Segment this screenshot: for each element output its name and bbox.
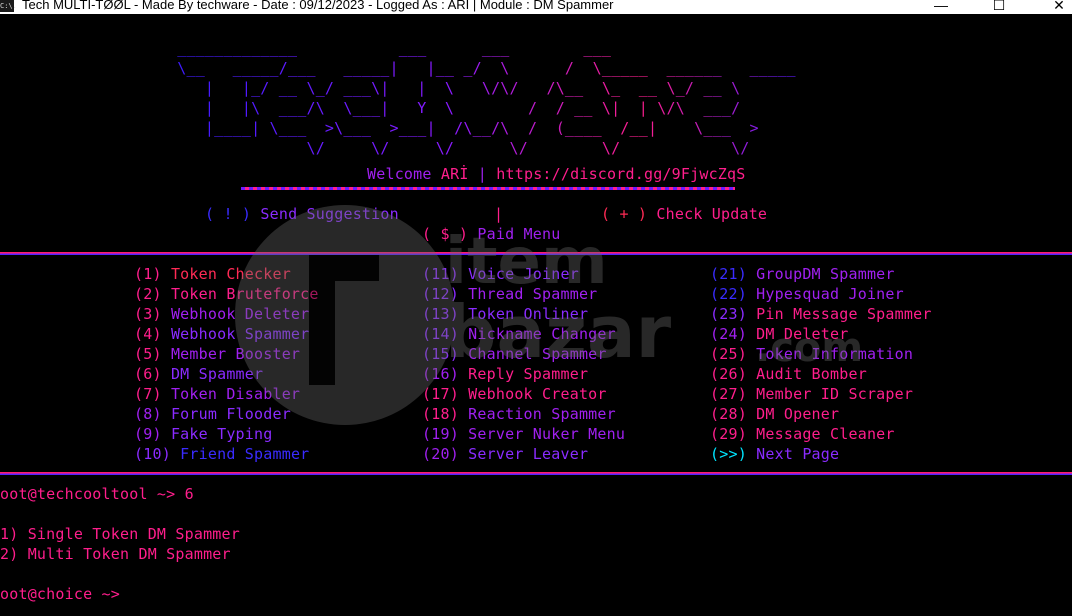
menu-item-token-information[interactable]: (25) Token Information [710,344,913,364]
menu-item-dm-deleter[interactable]: (24) DM Deleter [710,324,848,344]
discord-link[interactable]: https://discord.gg/9FjwcZqS [496,165,745,183]
close-button[interactable]: ✕ [1036,0,1072,14]
menu-item-dm-opener[interactable]: (28) DM Opener [710,404,839,424]
suggestion-marker: ( ! ) [205,205,252,223]
title-bar: C:\. Tech MULTI-TØØL - Made By techware … [0,0,1072,14]
menu-item-reply-spammer[interactable]: (16) Reply Spammer [422,364,588,384]
menu-item-pin-message-spammer[interactable]: (23) Pin Message Spammer [710,304,932,324]
menu-item-friend-spammer[interactable]: (10) Friend Spammer [134,444,309,464]
menu-item-webhook-creator[interactable]: (17) Webhook Creator [422,384,607,404]
console-app-icon: C:\. [0,0,17,12]
menu-item-voice-joiner[interactable]: (11) Voice Joiner [422,264,579,284]
console-option-single-token: 1) Single Token DM Spammer [0,525,240,543]
menu-item-server-nuker-menu[interactable]: (19) Server Nuker Menu [422,424,625,444]
paid-menu-label: Paid Menu [477,225,561,243]
separator-bottom [0,472,1072,475]
send-suggestion-option[interactable]: ( ! ) Send Suggestion [205,204,399,224]
check-update-label: Check Update [656,205,768,223]
welcome-user: ARİ [440,165,469,183]
menu-item-dm-spammer[interactable]: (6) DM Spammer [134,364,263,384]
menu-item-member-booster[interactable]: (5) Member Booster [134,344,300,364]
menu-item-thread-spammer[interactable]: (12) Thread Spammer [422,284,597,304]
welcome-line: Welcome ARİ | https://discord.gg/9FjwcZq… [367,164,746,184]
menu-item-message-cleaner[interactable]: (29) Message Cleaner [710,424,895,444]
welcome-separator: | [477,165,488,183]
welcome-label: Welcome [367,165,432,183]
console-prompt-choice[interactable]: oot@choice ~> [0,584,120,604]
paid-marker: ( $ ) [422,225,469,243]
menu-item-token-bruteforce[interactable]: (2) Token Bruteforce [134,284,319,304]
top-menu-divider: | [494,205,504,223]
menu-item-forum-flooder[interactable]: (8) Forum Flooder [134,404,291,424]
menu-item-server-leaver[interactable]: (20) Server Leaver [422,444,588,464]
menu-item-token-checker[interactable]: (1) Token Checker [134,264,291,284]
menu-item-nickname-changer[interactable]: (14) Nickname Changer [422,324,616,344]
menu-item-channel-spammer[interactable]: (15) Channel Spammer [422,344,607,364]
menu-item-token-onliner[interactable]: (13) Token Onliner [422,304,588,324]
maximize-button[interactable]: ☐ [976,0,1022,14]
update-marker: ( + ) [601,205,648,223]
console-option-multi-token: 2) Multi Token DM Spammer [0,545,231,563]
minimize-button[interactable]: — [918,0,964,14]
watermark-logo-mark [309,255,379,385]
menu-item-fake-typing[interactable]: (9) Fake Typing [134,424,272,444]
menu-item-groupdm-spammer[interactable]: (21) GroupDM Spammer [710,264,895,284]
menu-item-audit-bomber[interactable]: (26) Audit Bomber [710,364,867,384]
menu-item-reaction-spammer[interactable]: (18) Reaction Spammer [422,404,616,424]
console-prompt-main: oot@techcooltool ~> 6 [0,485,194,503]
menu-item-hypesquad-joiner[interactable]: (22) Hypesquad Joiner [710,284,904,304]
banner-ascii-art: _____________ ___ ___ ___ \__ _____/___ … [168,38,796,158]
menu-item-next-page[interactable]: (>>) Next Page [710,444,839,464]
menu-item-token-disabler[interactable]: (7) Token Disabler [134,384,300,404]
window-title: Tech MULTI-TØØL - Made By techware - Dat… [22,0,614,12]
menu-item-member-id-scraper[interactable]: (27) Member ID Scraper [710,384,913,404]
send-suggestion-label: Send Suggestion [260,205,399,223]
paid-menu-option[interactable]: ( $ ) Paid Menu [422,224,560,244]
menu-item-webhook-spammer[interactable]: (4) Webhook Spammer [134,324,309,344]
check-update-option[interactable]: ( + ) Check Update [601,204,767,224]
separator-top [0,252,1072,255]
banner-underline [241,187,735,190]
menu-item-webhook-deleter[interactable]: (3) Webhook Deleter [134,304,309,324]
